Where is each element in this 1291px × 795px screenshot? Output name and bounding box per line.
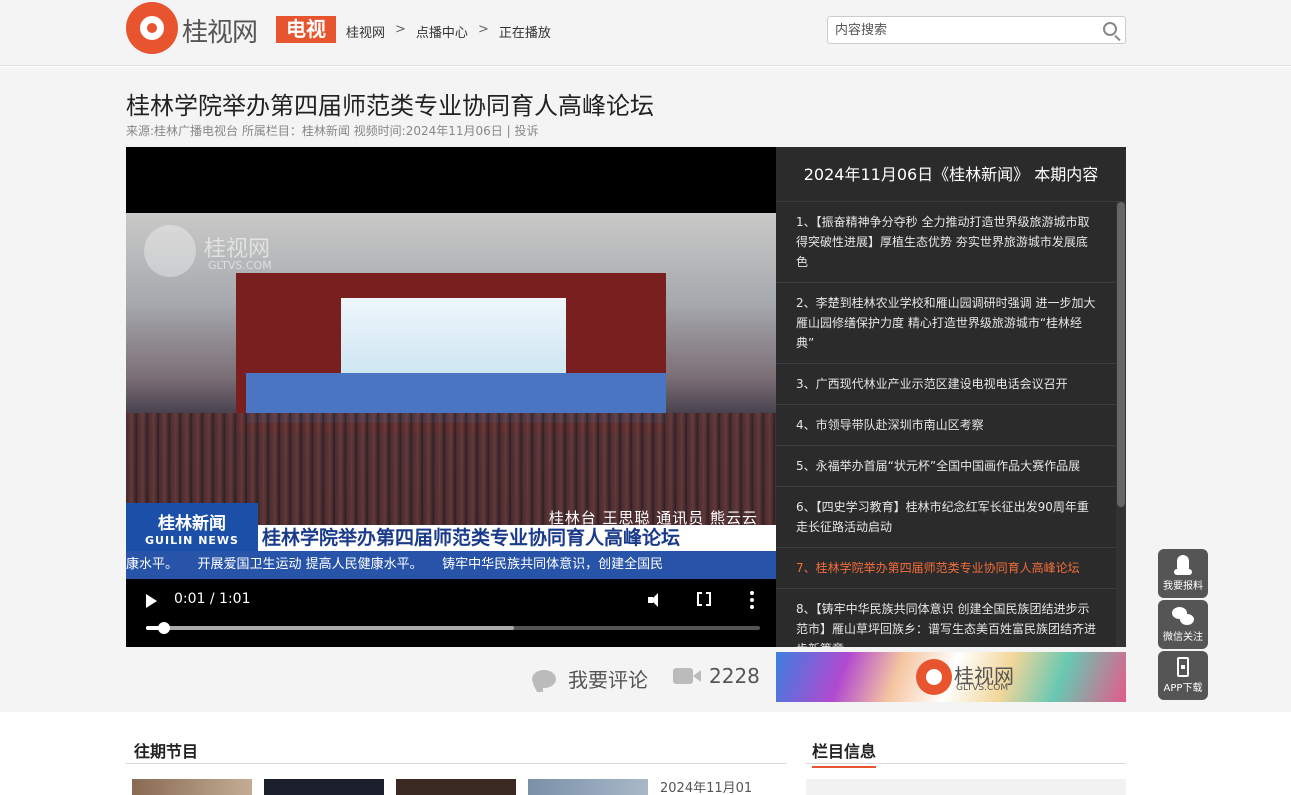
breadcrumb-separator: > <box>395 22 406 37</box>
past-episode-thumbnail-alt[interactable]: 2024年11月01 <box>660 777 780 793</box>
video-controls: 0:01 / 1:01 <box>126 579 776 647</box>
stage-screen <box>341 298 566 373</box>
report-news-button[interactable]: 我要报料 <box>1158 549 1208 598</box>
search-box <box>827 16 1126 44</box>
play-icon[interactable] <box>146 594 157 608</box>
logo-mark-icon <box>126 2 178 54</box>
chat-bubble-icon <box>530 667 558 692</box>
past-episode-thumbnail[interactable] <box>132 779 252 795</box>
video-frame: 桂视网 GLTVS.COM 桂林新闻 GUILIN NEWS 桂林学院举办第四届… <box>126 213 776 579</box>
app-download-label: APP下载 <box>1163 683 1203 694</box>
wechat-follow-button[interactable]: 微信关注 <box>1158 600 1208 649</box>
news-logo: 桂林新闻 GUILIN NEWS <box>126 503 258 551</box>
playlist-item[interactable]: 8、【铸牢中华民族共同体意识 创建全国民族团结进步示范市】雁山草坪回族乡：谱写生… <box>776 589 1126 647</box>
past-episode-thumbnail[interactable] <box>396 779 516 795</box>
promo-banner[interactable]: 桂视网 GLTVS.COM <box>776 652 1126 702</box>
search-icon[interactable] <box>1103 22 1117 36</box>
comment-label: 我要评论 <box>568 668 648 692</box>
news-ticker: 康水平。 开展爱国卫生运动 提高人民健康水平。 铸牢中华民族共同体意识，创建全国… <box>126 551 776 579</box>
app-download-button[interactable]: APP下载 <box>1158 651 1208 700</box>
report-news-label: 我要报料 <box>1163 581 1203 592</box>
playlist-item[interactable]: 5、永福举办首届“状元杯”全国中国画作品大赛作品展 <box>776 446 1126 487</box>
playlist-scrollbar[interactable] <box>1116 202 1126 647</box>
playlist-item[interactable]: 1、【振奋精神争分夺秒 全力推动打造世界级旅游城市取得突破性进展】厚植生态优势 … <box>776 202 1126 283</box>
view-count-value: 2228 <box>709 664 760 688</box>
logo-tv-badge: 电视 <box>276 16 336 43</box>
progress-bar[interactable] <box>146 622 760 634</box>
playlist-item[interactable]: 7、桂林学院举办第四届师范类专业协同育人高峰论坛 <box>776 548 1126 589</box>
column-info-section: 栏目信息 <box>806 730 1126 768</box>
column-info-title: 栏目信息 <box>812 738 877 768</box>
breadcrumb-home[interactable]: 桂视网 <box>346 22 385 41</box>
playlist-item[interactable]: 4、市领导带队赴深圳市南山区考察 <box>776 405 1126 446</box>
video-player[interactable]: 桂视网 GLTVS.COM 桂林新闻 GUILIN NEWS 桂林学院举办第四届… <box>126 147 776 647</box>
view-count: 2228 <box>673 664 760 688</box>
playlist-header: 2024年11月06日《桂林新闻》 本期内容 <box>776 147 1126 202</box>
progress-knob[interactable] <box>158 622 171 634</box>
article-meta: 来源:桂林广播电视台 所属栏目：桂林新闻 视频时间:2024年11月06日 | … <box>126 124 539 138</box>
wechat-follow-label: 微信关注 <box>1163 632 1203 643</box>
news-label-en: GUILIN NEWS <box>145 534 239 547</box>
breadcrumb-now-playing: 正在播放 <box>498 26 551 41</box>
breadcrumb-separator: > <box>477 22 489 37</box>
site-header: 桂视网 电视 桂视网 > 点播中心 > 正在播放 <box>0 0 1291 66</box>
progress-buffered <box>146 626 515 630</box>
search-input[interactable] <box>828 17 1088 43</box>
qq-penguin-icon <box>1171 555 1195 577</box>
past-episodes-section: 往期节目 <box>126 730 786 764</box>
logo-text: 桂视网 <box>182 18 258 48</box>
banner-sub: GLTVS.COM <box>956 683 1009 693</box>
comment-button[interactable]: 我要评论 <box>530 664 648 693</box>
breadcrumb: 桂视网 > 点播中心 > 正在播放 <box>346 22 551 41</box>
scrollbar-thumb[interactable] <box>1117 202 1125 507</box>
more-options-icon[interactable] <box>750 591 754 609</box>
episode-playlist: 2024年11月06日《桂林新闻》 本期内容 1、【振奋精神争分夺秒 全力推动打… <box>776 147 1126 647</box>
video-camera-icon <box>673 667 701 685</box>
video-headline: 桂林学院举办第四届师范类专业协同育人高峰论坛 <box>258 525 776 551</box>
wechat-icon <box>1171 606 1195 628</box>
breadcrumb-vod-center[interactable]: 点播中心 <box>416 22 468 41</box>
playlist-list: 1、【振奋精神争分夺秒 全力推动打造世界级旅游城市取得突破性进展】厚植生态优势 … <box>776 202 1126 647</box>
news-label-cn: 桂林新闻 <box>158 514 226 534</box>
column-info-box <box>806 779 1126 795</box>
playlist-item[interactable]: 2、李楚到桂林农业学校和雁山园调研时强调 进一步加大雁山园修缮保护力度 精心打造… <box>776 283 1126 364</box>
fullscreen-icon[interactable] <box>697 591 711 607</box>
past-episode-thumbnail[interactable] <box>528 779 648 795</box>
volume-icon[interactable] <box>648 592 664 608</box>
playlist-item[interactable]: 6、【四史学习教育】桂林市纪念红军长征出发90周年重走长征路活动启动 <box>776 487 1126 548</box>
page-title: 桂林学院举办第四届师范类专业协同育人高峰论坛 <box>126 92 654 120</box>
playlist-item[interactable]: 3、广西现代林业产业示范区建设电视电话会议召开 <box>776 364 1126 405</box>
banner-logo-icon <box>916 659 952 695</box>
past-episodes-title: 往期节目 <box>134 742 199 761</box>
mobile-phone-icon <box>1171 657 1195 679</box>
watermark-sub: GLTVS.COM <box>208 259 272 272</box>
reporter-credit: 桂林台 王思聪 通讯员 熊云云 <box>548 509 758 527</box>
site-logo[interactable]: 桂视网 电视 <box>126 0 336 56</box>
time-display: 0:01 / 1:01 <box>174 591 251 607</box>
past-episode-thumbnail[interactable] <box>264 779 384 795</box>
watermark-logo-icon <box>144 225 196 277</box>
